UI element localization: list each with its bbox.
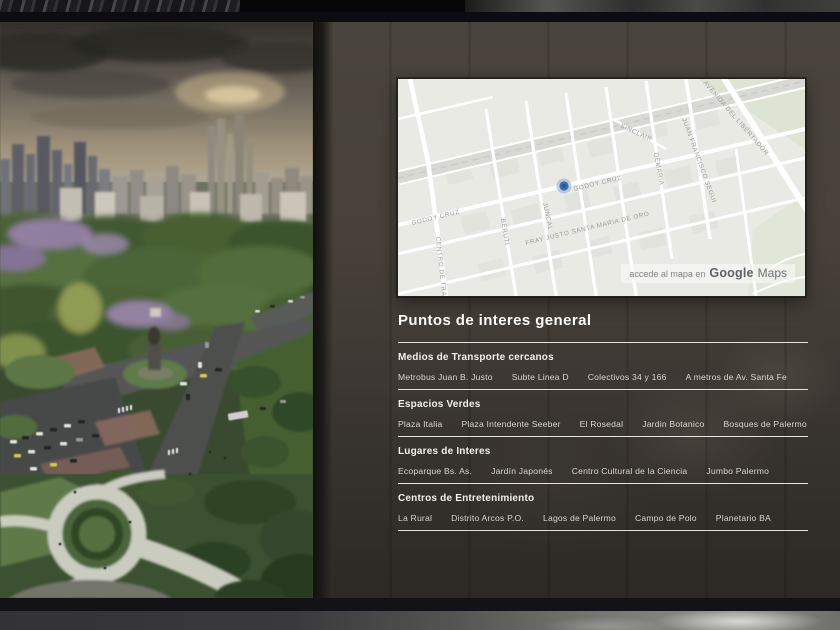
top-strip-dark-center	[240, 0, 465, 12]
poi-section-items: Metrobus Juan B. Justo Subte Linea D Col…	[398, 372, 808, 382]
poi-item: Campo de Polo	[635, 513, 697, 523]
poi-section: Centros de Entretenimiento La Rural Dist…	[398, 483, 808, 530]
poi-item: Bosques de Palermo	[723, 419, 806, 429]
poi-item: Plaza Italia	[398, 419, 442, 429]
map-marker-icon[interactable]	[557, 179, 572, 194]
page: GODOY CRUZ CENTRO DE TRASBORDO BERUTI JU…	[0, 0, 840, 630]
poi-section-items: Ecoparque Bs. As. Jardín Japonés Centro …	[398, 466, 808, 476]
google-maps-label: Maps	[758, 266, 787, 280]
poi-item: Colectivos 34 y 166	[588, 372, 667, 382]
poi-item: A metros de Av. Santa Fe	[686, 372, 787, 382]
poi-item: El Rosedal	[580, 419, 624, 429]
poi-item: Jardín Japonés	[491, 466, 553, 476]
poi-section-heading: Espacios Verdes	[398, 399, 808, 410]
poi-section-items: La Rural Distrito Arcos P.O. Lagos de Pa…	[398, 513, 808, 523]
city-aerial-photo	[0, 22, 313, 598]
poi-bottom-divider	[398, 530, 808, 531]
poi-item: Planetario BA	[716, 513, 771, 523]
poi-item: Plaza Intendente Seeber	[461, 419, 560, 429]
poi-item: La Rural	[398, 513, 432, 523]
poi-item: Distrito Arcos P.O.	[451, 513, 524, 523]
poi-item: Lagos de Palermo	[543, 513, 616, 523]
poi-section: Lugares de Interes Ecoparque Bs. As. Jar…	[398, 436, 808, 483]
map-attribution-text: accede al mapa en	[629, 269, 705, 279]
photo-shadow-edge	[313, 22, 333, 598]
poi-title: Puntos de interes general	[398, 312, 808, 329]
google-logo: Google	[709, 266, 753, 280]
poi-section: Medios de Transporte cercanos Metrobus J…	[398, 342, 808, 389]
poi-section-heading: Lugares de Interes	[398, 446, 808, 457]
poi-item: Jumbo Palermo	[706, 466, 769, 476]
poi-item: Metrobus Juan B. Justo	[398, 372, 493, 382]
poi-section: Espacios Verdes Plaza Italia Plaza Inten…	[398, 389, 808, 436]
poi-item: Ecoparque Bs. As.	[398, 466, 472, 476]
poi-item: Jardin Botanico	[642, 419, 704, 429]
bottom-strip-texture	[0, 611, 840, 630]
top-strip-texture-left	[0, 0, 240, 12]
top-strip-texture-right	[465, 0, 840, 12]
bottom-video-strip	[0, 598, 840, 630]
top-video-strip	[0, 0, 840, 22]
points-of-interest-panel: Puntos de interes general Medios de Tran…	[398, 312, 808, 531]
poi-item: Centro Cultural de la Ciencia	[572, 466, 688, 476]
map-attribution-link[interactable]: accede al mapa en Google Maps	[621, 264, 795, 283]
map-embed[interactable]: GODOY CRUZ CENTRO DE TRASBORDO BERUTI JU…	[397, 78, 806, 297]
poi-section-heading: Centros de Entretenimiento	[398, 493, 808, 504]
poi-section-items: Plaza Italia Plaza Intendente Seeber El …	[398, 419, 808, 429]
poi-item: Subte Linea D	[512, 372, 569, 382]
poi-section-heading: Medios de Transporte cercanos	[398, 352, 808, 363]
